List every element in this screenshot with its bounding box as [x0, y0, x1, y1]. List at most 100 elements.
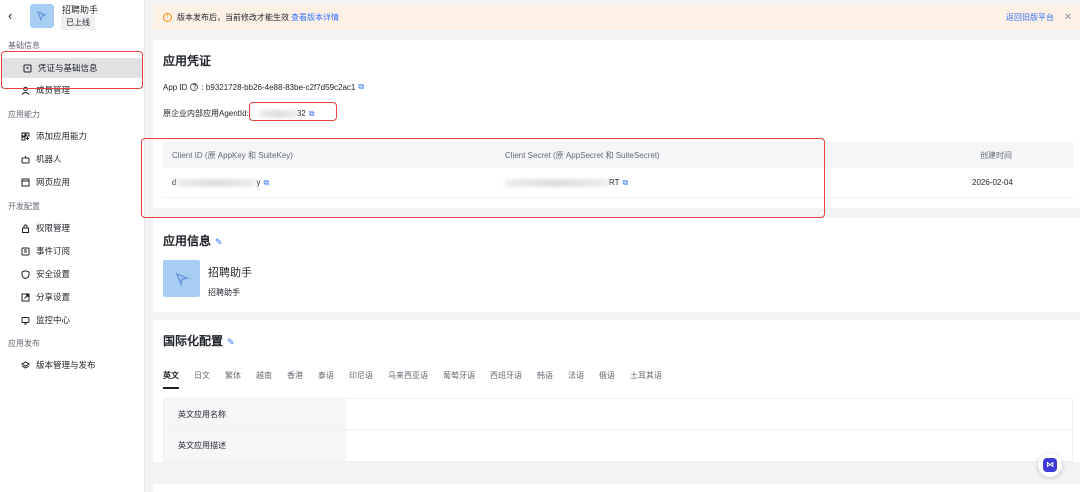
sidebar-item-members[interactable]: 成员管理: [0, 80, 143, 100]
sidebar-item-label: 监控中心: [36, 315, 71, 325]
notice-text: 版本发布后，当前修改才能生效: [177, 13, 289, 22]
column-header: 创建时间: [980, 150, 1012, 160]
sidebar-item-monitor[interactable]: 监控中心: [0, 310, 143, 330]
section-title-publish: 应用发布: [8, 339, 40, 348]
version-icon: [20, 360, 30, 370]
i18n-row-label: 英文应用名称: [164, 399, 346, 429]
tab-english[interactable]: 英文: [163, 370, 179, 389]
edit-icon[interactable]: ✎: [215, 237, 223, 247]
next-card: [153, 484, 1080, 492]
sidebar-item-label: 添加应用能力: [36, 131, 88, 141]
client-id-end: y: [256, 178, 261, 187]
sidebar-item-security[interactable]: 安全设置: [0, 264, 143, 284]
event-icon: [20, 246, 30, 256]
app-info-title-text: 应用信息: [163, 234, 212, 248]
sidebar-item-webpage[interactable]: 网页应用: [0, 172, 143, 192]
credentials-table: Client ID (原 AppKey 和 SuiteKey) Client S…: [163, 142, 1073, 198]
sidebar-item-share[interactable]: 分享设置: [0, 287, 143, 307]
agentid-row: 原企业内部应用AgentId: 32 ⧉: [163, 108, 314, 119]
sidebar-item-credentials[interactable]: 凭证与基础信息: [2, 58, 142, 78]
blurred-value: [505, 178, 609, 187]
copy-icon[interactable]: ⧉: [358, 82, 364, 92]
webpage-icon: [20, 177, 30, 187]
i18n-title-text: 国际化配置: [163, 334, 224, 348]
tab-french[interactable]: 法语: [568, 370, 584, 381]
i18n-table: 英文应用名称 英文应用描述: [163, 398, 1073, 462]
share-icon: [20, 292, 30, 302]
created-time-cell: 2026-02-04: [972, 178, 1013, 187]
copy-icon[interactable]: ⧉: [623, 178, 629, 188]
table-row: 英文应用描述: [164, 430, 1072, 461]
i18n-row-value[interactable]: [346, 430, 1072, 461]
app-icon: [163, 260, 200, 297]
sidebar-item-label: 分享设置: [36, 292, 71, 302]
tab-thai[interactable]: 泰语: [318, 370, 334, 381]
table-header: Client ID (原 AppKey 和 SuiteKey) Client S…: [163, 142, 1073, 168]
app-info-card: 应用信息 ✎ 招聘助手 招聘助手: [153, 218, 1080, 312]
tab-malay[interactable]: 马来西亚语: [388, 370, 428, 381]
tab-russian[interactable]: 俄语: [599, 370, 615, 381]
tab-portuguese[interactable]: 葡萄牙语: [443, 370, 475, 381]
client-id-cell: d y ⧉: [172, 168, 269, 197]
blurred-value: [258, 109, 297, 118]
tab-traditional[interactable]: 繁体: [225, 370, 241, 381]
notice-bar: ! 版本发布后，当前修改才能生效 查看版本详情 返回旧版平台 ✕: [153, 5, 1080, 30]
tab-indonesian[interactable]: 印尼语: [349, 370, 373, 381]
sidebar-item-version[interactable]: 版本管理与发布: [0, 355, 143, 375]
monitor-icon: [20, 315, 30, 325]
old-platform-link[interactable]: 返回旧版平台: [1006, 12, 1054, 23]
agentid-visible: 32: [296, 109, 306, 118]
tab-turkish[interactable]: 土耳其语: [630, 370, 662, 381]
app-info-name: 招聘助手: [208, 267, 252, 279]
tab-korean[interactable]: 韩语: [537, 370, 553, 381]
sidebar-item-label: 事件订阅: [36, 246, 71, 256]
credential-icon: [22, 63, 32, 73]
copy-icon[interactable]: ⧉: [263, 178, 269, 188]
copy-icon[interactable]: ⧉: [309, 109, 315, 119]
sidebar-item-add-capability[interactable]: 添加应用能力: [0, 126, 143, 146]
app-info-title: 应用信息 ✎: [163, 232, 223, 249]
sidebar-item-label: 版本管理与发布: [36, 360, 96, 370]
app-header: ‹ 招聘助手 已上线: [0, 0, 145, 34]
section-title-capability: 应用能力: [8, 110, 40, 119]
help-icon[interactable]: ?: [190, 83, 199, 91]
assistant-icon: ⋈: [1043, 458, 1057, 472]
status-badge: 已上线: [61, 15, 95, 30]
i18n-card: 国际化配置 ✎ 英文 日文 繁体 越南 香港 泰语 印尼语 马来西亚语 葡萄牙语 …: [153, 320, 1080, 462]
tab-japanese[interactable]: 日文: [194, 370, 210, 381]
client-secret-end: RT: [609, 178, 620, 187]
sidebar-item-label: 网页应用: [36, 177, 71, 187]
table-row: d y ⧉ RT ⧉ 2026-02-04: [163, 168, 1073, 198]
column-header: Client Secret (原 AppSecret 和 SuiteSecret…: [505, 150, 660, 160]
version-detail-link[interactable]: 查看版本详情: [291, 12, 339, 23]
credentials-title: 应用凭证: [163, 54, 212, 68]
tab-hongkong[interactable]: 香港: [287, 370, 303, 381]
edit-icon[interactable]: ✎: [227, 337, 235, 347]
tab-vietnamese[interactable]: 越南: [256, 370, 272, 381]
app-id-label: App ID: [163, 82, 188, 92]
assistant-button[interactable]: ⋈: [1038, 453, 1062, 477]
sidebar-item-permissions[interactable]: 权限管理: [0, 218, 143, 238]
sidebar-item-robot[interactable]: 机器人: [0, 149, 143, 169]
app-id-value: b9321728-bb26-4e88-83be-c2f7d59c2ac1: [205, 82, 356, 92]
sidebar-item-label: 安全设置: [36, 269, 71, 279]
lock-icon: [20, 223, 30, 233]
app-logo: [30, 4, 54, 28]
sidebar-item-events[interactable]: 事件订阅: [0, 241, 143, 261]
i18n-row-value[interactable]: [346, 399, 1072, 429]
app-info-desc: 招聘助手: [208, 288, 240, 297]
sidebar: ‹ 招聘助手 已上线 基础信息 凭证与基础信息 成员管理 应用能力 添加应用能力…: [0, 0, 145, 492]
close-icon[interactable]: ✕: [1064, 12, 1072, 23]
app-id-row: App ID ? : b9321728-bb26-4e88-83be-c2f7d…: [163, 82, 365, 92]
blurred-value: [176, 178, 257, 187]
sidebar-item-label: 凭证与基础信息: [38, 63, 98, 73]
client-secret-cell: RT ⧉: [505, 168, 628, 197]
tab-spanish[interactable]: 西班牙语: [490, 370, 522, 381]
language-tabs: 英文 日文 繁体 越南 香港 泰语 印尼语 马来西亚语 葡萄牙语 西班牙语 韩语…: [163, 370, 677, 389]
chevron-left-icon[interactable]: ‹: [8, 8, 12, 23]
user-icon: [20, 85, 30, 95]
shield-icon: [20, 269, 30, 279]
sidebar-item-label: 权限管理: [36, 223, 71, 233]
i18n-title: 国际化配置 ✎: [163, 332, 235, 349]
column-header: Client ID (原 AppKey 和 SuiteKey): [172, 150, 293, 160]
